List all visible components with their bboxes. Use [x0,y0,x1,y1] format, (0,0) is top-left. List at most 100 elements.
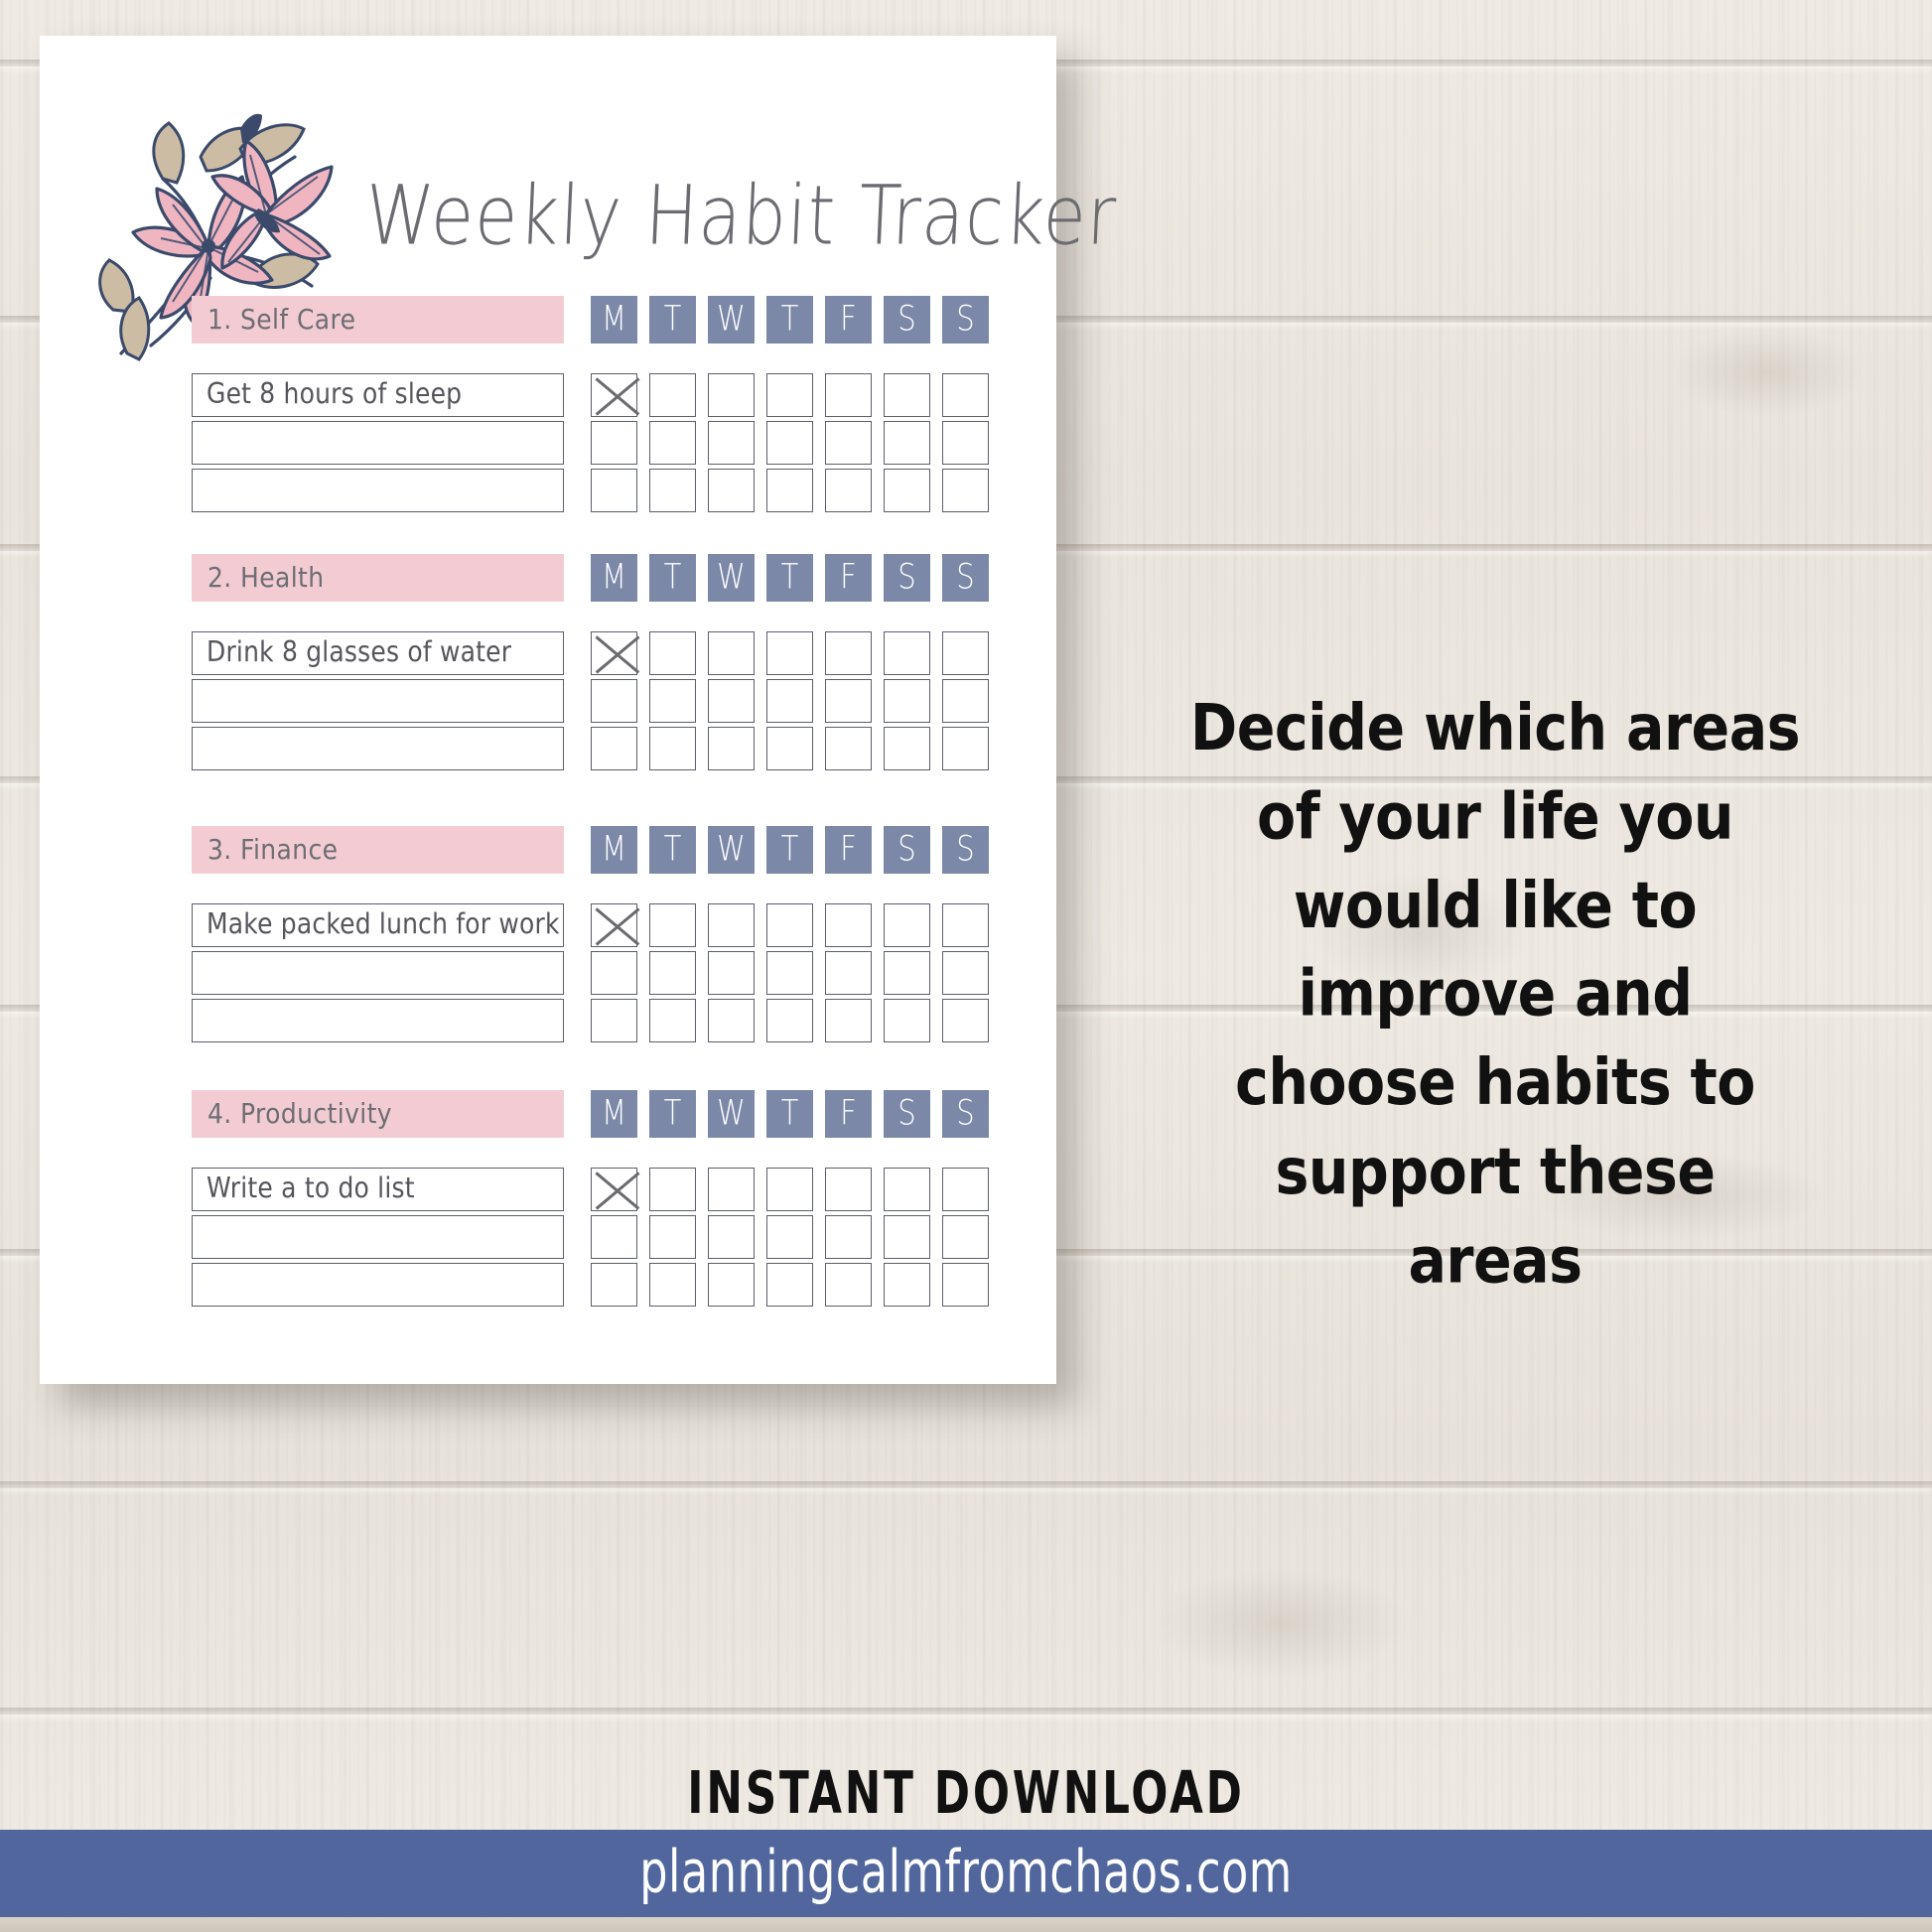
habit-checkbox[interactable] [708,903,755,947]
habit-checkbox[interactable] [766,1215,813,1259]
habit-checkbox[interactable] [591,469,637,512]
habit-checkbox[interactable] [884,1168,930,1211]
habit-checkbox[interactable] [942,679,989,723]
habit-input[interactable] [192,951,564,995]
habit-checkbox[interactable] [649,373,696,417]
habit-checkbox[interactable] [708,727,755,770]
habit-checkbox[interactable] [884,1215,930,1259]
day-header-label: F [840,556,857,598]
habit-checkbox[interactable] [708,1215,755,1259]
habit-checkbox[interactable] [766,469,813,512]
habit-input[interactable] [192,421,564,465]
habit-checkbox[interactable] [825,951,872,995]
habit-checkbox[interactable] [766,903,813,947]
habit-checkbox[interactable] [591,999,637,1042]
habit-checkbox[interactable] [766,679,813,723]
habit-checkbox[interactable] [649,469,696,512]
habit-checkbox[interactable] [591,727,637,770]
habit-input[interactable]: Drink 8 glasses of water [192,631,564,675]
habit-checkbox[interactable] [649,1263,696,1307]
habit-checkbox[interactable] [766,373,813,417]
habit-checkbox[interactable] [942,951,989,995]
habit-checkbox-checked[interactable] [591,903,637,947]
habit-input[interactable]: Write a to do list [192,1168,564,1211]
habit-checkbox[interactable] [942,373,989,417]
habit-checkbox[interactable] [766,421,813,465]
habit-checkbox[interactable] [708,951,755,995]
habit-checkbox[interactable] [766,999,813,1042]
habit-checkbox[interactable] [708,999,755,1042]
habit-checkbox[interactable] [825,469,872,512]
habit-checkbox[interactable] [708,469,755,512]
habit-checkbox[interactable] [884,631,930,675]
habit-checkbox[interactable] [766,951,813,995]
habit-checkbox[interactable] [825,679,872,723]
habit-checkbox[interactable] [649,951,696,995]
habit-checkbox[interactable] [708,1263,755,1307]
habit-checkbox[interactable] [825,421,872,465]
day-header-label: W [717,556,746,598]
habit-checkbox[interactable] [942,727,989,770]
habit-checkbox[interactable] [649,903,696,947]
habit-checkbox[interactable] [884,999,930,1042]
habit-input[interactable] [192,727,564,770]
habit-checkbox[interactable] [649,1168,696,1211]
habit-checkbox[interactable] [942,1263,989,1307]
habit-checkbox[interactable] [766,727,813,770]
habit-input[interactable] [192,1263,564,1307]
habit-checkbox[interactable] [942,903,989,947]
habit-checkbox[interactable] [884,469,930,512]
habit-checkbox[interactable] [942,999,989,1042]
habit-checkbox[interactable] [942,421,989,465]
habit-checkbox[interactable] [766,631,813,675]
habit-checkbox-checked[interactable] [591,1168,637,1211]
habit-checkbox[interactable] [825,1168,872,1211]
habit-checkbox[interactable] [825,727,872,770]
habit-checkbox[interactable] [825,1263,872,1307]
habit-checkbox[interactable] [825,631,872,675]
habit-input[interactable] [192,679,564,723]
caption-line: choose habits to [1235,1046,1755,1121]
habit-checkbox[interactable] [591,421,637,465]
habit-input[interactable]: Make packed lunch for work [192,903,564,947]
habit-checkbox[interactable] [942,1215,989,1259]
habit-checkbox[interactable] [825,1215,872,1259]
habit-checkbox[interactable] [708,421,755,465]
habit-checkbox[interactable] [884,903,930,947]
habit-checkbox[interactable] [884,679,930,723]
habit-checkbox[interactable] [591,1215,637,1259]
habit-checkbox[interactable] [708,373,755,417]
habit-checkbox[interactable] [884,951,930,995]
habit-checkbox[interactable] [649,631,696,675]
habit-checkbox[interactable] [884,1263,930,1307]
habit-input[interactable] [192,999,564,1042]
habit-checkbox[interactable] [825,373,872,417]
habit-checkbox[interactable] [766,1168,813,1211]
day-header-label: S [897,828,916,870]
habit-input[interactable]: Get 8 hours of sleep [192,373,564,417]
habit-checkbox[interactable] [649,1215,696,1259]
habit-checkbox[interactable] [649,421,696,465]
habit-checkbox[interactable] [884,373,930,417]
habit-checkbox[interactable] [942,469,989,512]
habit-checkbox[interactable] [825,903,872,947]
habit-checkbox[interactable] [591,1263,637,1307]
habit-checkbox[interactable] [649,999,696,1042]
habit-checkbox[interactable] [708,631,755,675]
habit-checkbox[interactable] [884,421,930,465]
habit-checkbox[interactable] [649,727,696,770]
habit-checkbox[interactable] [708,1168,755,1211]
habit-checkbox[interactable] [649,679,696,723]
habit-checkbox[interactable] [591,679,637,723]
habit-input[interactable] [192,469,564,512]
habit-checkbox-checked[interactable] [591,631,637,675]
habit-checkbox-checked[interactable] [591,373,637,417]
habit-checkbox[interactable] [942,1168,989,1211]
habit-checkbox[interactable] [825,999,872,1042]
habit-checkbox[interactable] [708,679,755,723]
habit-checkbox[interactable] [591,951,637,995]
habit-input[interactable] [192,1215,564,1259]
habit-checkbox[interactable] [766,1263,813,1307]
habit-checkbox[interactable] [942,631,989,675]
habit-checkbox[interactable] [884,727,930,770]
